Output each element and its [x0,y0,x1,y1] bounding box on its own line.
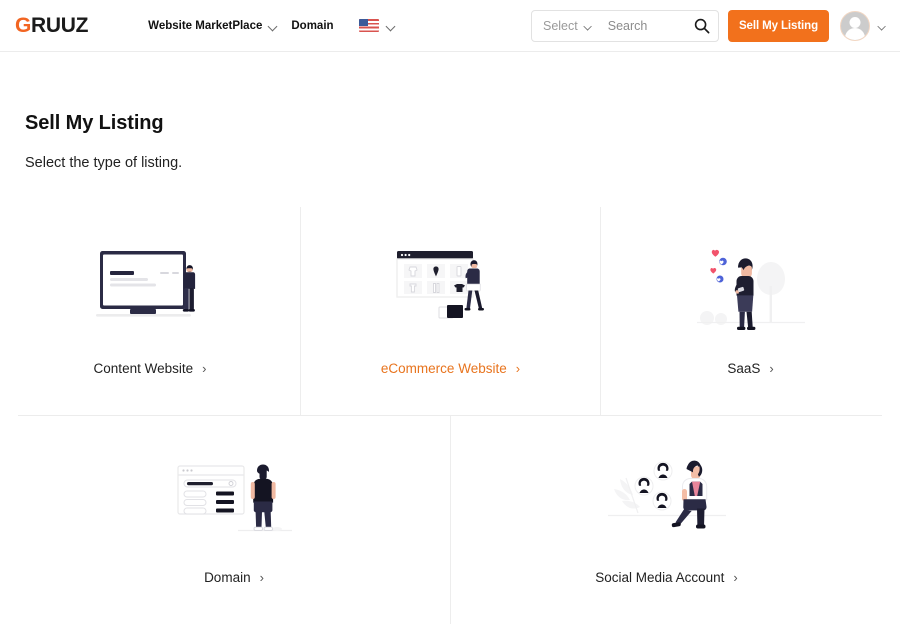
chevron-down-icon [879,22,886,29]
listing-type-label: Social Media Account › [595,570,737,585]
listing-type-card-social-media-account[interactable]: Social Media Account › [450,416,882,624]
listing-type-text: eCommerce Website [380,361,507,376]
chevron-right-icon: › [202,361,207,376]
listing-type-text: SaaS [727,361,761,376]
content-website-illustration [0,235,300,345]
search-category-select[interactable]: Select [543,19,592,33]
nav-item-label: Domain [291,19,334,32]
nav-item-website-marketplace[interactable]: Website MarketPlace [141,20,284,32]
listing-type-text: Domain [204,570,251,585]
listing-type-grid-row-1: Content Website › eCommerce Website › Sa… [0,207,900,415]
sell-my-listing-button[interactable]: Sell My Listing [727,9,829,42]
account-menu[interactable] [840,10,886,41]
search-bar: Select [530,9,719,42]
chevron-right-icon: › [769,361,774,376]
nav-item-label: Website MarketPlace [148,19,263,32]
page-title: Sell My Listing [25,112,164,134]
ecommerce-website-illustration [301,235,600,345]
listing-type-card-saas[interactable]: SaaS › [600,207,900,415]
listing-type-label: Content Website › [94,361,207,376]
domain-illustration [18,444,450,554]
chevron-right-icon: › [733,570,738,585]
page-subtitle: Select the type of listing. [25,155,183,171]
listing-type-text: Content Website [93,361,194,376]
social-media-illustration [451,444,882,554]
avatar [840,10,870,41]
listing-type-label: eCommerce Website › [381,361,520,376]
chevron-down-icon [387,22,395,30]
logo-accent-letter: G [15,13,32,37]
search-icon[interactable] [694,18,710,34]
logo-text: RUUZ [31,13,89,37]
listing-type-card-content-website[interactable]: Content Website › [0,207,300,415]
listing-type-text: Social Media Account [595,570,725,585]
brand-logo[interactable]: G RUUZ [15,14,88,38]
search-category-label: Select [542,18,578,33]
chevron-down-icon [584,22,591,29]
search-input[interactable] [607,18,694,33]
chevron-down-icon [269,22,277,30]
listing-type-label: Domain › [204,570,264,585]
primary-nav: Website MarketPlace Domain [141,19,394,32]
listing-type-grid-row-2: Domain › Social Media Account › [18,416,882,624]
listing-type-label: SaaS › [727,361,773,376]
listing-type-card-domain[interactable]: Domain › [18,416,450,624]
chevron-right-icon: › [515,361,521,376]
header-actions: Select Sell My Listing [530,9,886,42]
nav-item-domain[interactable]: Domain [284,20,340,32]
us-flag-icon [358,19,379,32]
locale-switcher[interactable] [358,19,395,32]
saas-illustration [601,235,900,345]
chevron-right-icon: › [259,570,264,585]
listing-type-card-ecommerce-website[interactable]: eCommerce Website › [300,207,600,415]
top-header: GRUUZ Website MarketPlace Domain Select [0,0,900,52]
page-content: Sell My Listing Select the type of listi… [0,112,900,171]
